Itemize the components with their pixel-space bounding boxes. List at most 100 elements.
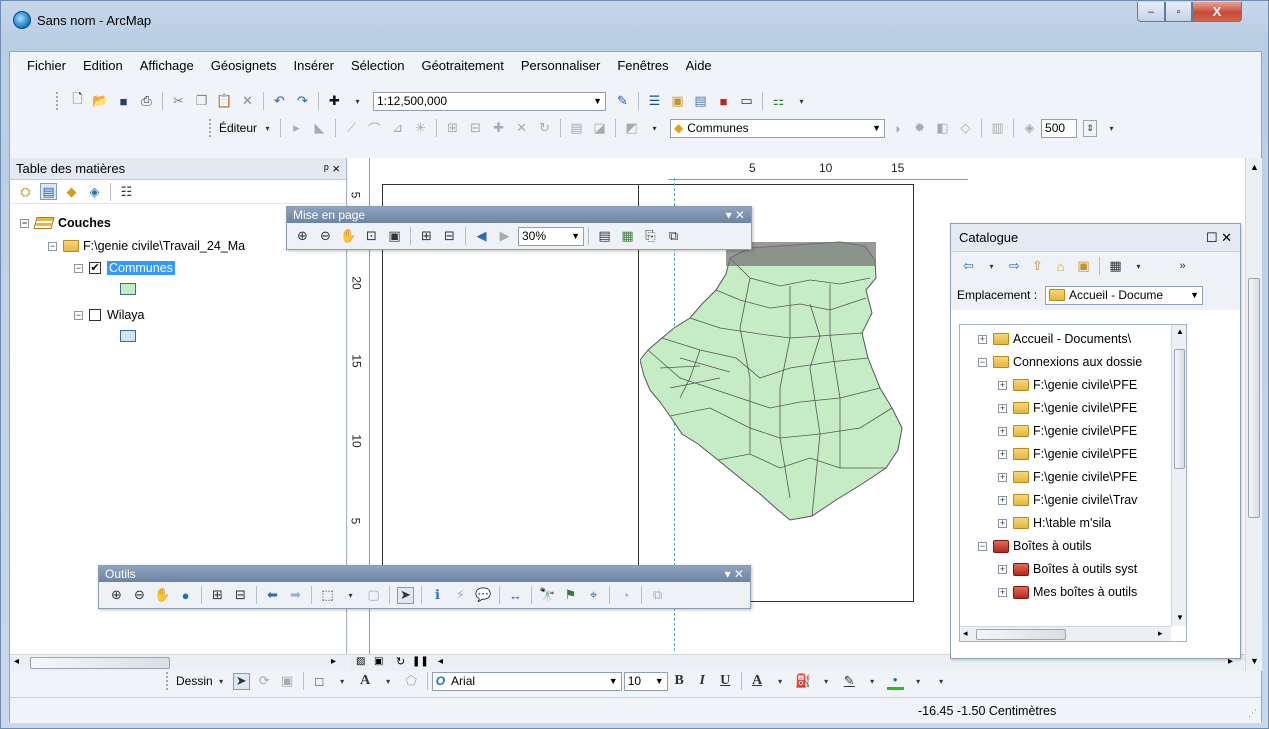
catalogue-vertical-scrollbar[interactable]: ▲ ▼ [1171, 325, 1186, 626]
toc-dataframe[interactable]: − F:\genie civile\Travail_24_Ma [48, 237, 245, 255]
find-binoculars-icon[interactable]: 🔭 [539, 587, 556, 604]
list-by-visibility-icon[interactable]: ◆ [63, 183, 80, 200]
contrast-icon[interactable]: ◑ [888, 120, 905, 137]
edit-annotation-icon[interactable]: ◣ [311, 120, 328, 137]
save-icon[interactable]: ■ [115, 93, 132, 110]
pan-page-icon[interactable]: ✋ [340, 228, 357, 245]
pause-drawing-icon[interactable]: ❚❚ [412, 656, 429, 667]
zoom-whole-page-icon[interactable]: ⊡ [363, 228, 380, 245]
expand-icon[interactable]: + [998, 380, 1007, 390]
collapse-icon[interactable]: − [74, 310, 83, 320]
hyperlink-icon[interactable]: ⚡ [452, 587, 469, 604]
tools-toolbar-close[interactable]: ▾ ✕ [725, 567, 744, 581]
data-view-icon[interactable]: ▣ [374, 656, 383, 667]
swipe-icon[interactable]: ◧ [934, 120, 951, 137]
expand-icon[interactable]: + [978, 334, 987, 344]
drawing-menu-button[interactable]: Dessin [176, 674, 213, 688]
fixed-zoom-out-icon[interactable]: ⊟ [232, 587, 249, 604]
menu-edition[interactable]: Edition [74, 56, 131, 75]
catalogue-item[interactable]: + H:\table m'sila [998, 514, 1111, 532]
clear-selection-icon[interactable]: ▢ [365, 587, 382, 604]
chevron-down-icon[interactable]: ▾ [772, 673, 789, 690]
edit-tool-icon[interactable]: ▸ [288, 120, 305, 137]
toolbar-options-icon[interactable]: ▾ [793, 93, 810, 110]
expand-icon[interactable]: + [998, 518, 1007, 528]
change-layout-icon[interactable]: ⎘ [642, 228, 659, 245]
connect-folder-icon[interactable]: ▣ [1075, 258, 1092, 275]
previous-extent-icon[interactable]: ◀ [473, 228, 490, 245]
more-tools-icon[interactable]: » [1174, 258, 1191, 275]
zoom-percent-combo[interactable]: 30% ▼ [518, 226, 584, 246]
attributes-icon[interactable]: ▤ [568, 120, 585, 137]
cut-icon[interactable]: ✂ [170, 93, 187, 110]
fixed-zoom-in-icon[interactable]: ⊞ [418, 228, 435, 245]
catalogue-item[interactable]: + F:\genie civile\PFE [998, 422, 1137, 440]
scroll-left-icon[interactable]: ◂ [14, 656, 19, 667]
bold-button[interactable]: B [671, 673, 688, 690]
location-combo[interactable]: Accueil - Docume ▼ [1045, 285, 1204, 305]
find-route-icon[interactable]: ⚑ [562, 587, 579, 604]
paste-icon[interactable]: 📋 [216, 93, 233, 110]
focus-data-frame-icon[interactable]: ▦ [619, 228, 636, 245]
layer-visibility-checkbox[interactable]: ✔ [89, 262, 101, 274]
cut-polygons-icon[interactable]: ✚ [490, 120, 507, 137]
map-communes[interactable] [640, 238, 910, 528]
catalogue-horizontal-scrollbar[interactable]: ◂ ▸ [960, 626, 1171, 641]
scroll-thumb[interactable] [30, 657, 170, 669]
map-scale-combo[interactable]: 1:12,500,000 ▼ [373, 91, 606, 111]
toolbar-options-icon[interactable]: ▾ [933, 673, 950, 690]
menu-geotraitement[interactable]: Géotraitement [412, 56, 511, 75]
layer-symbol-swatch[interactable] [120, 283, 136, 295]
expand-icon[interactable]: + [998, 587, 1007, 597]
html-popup-icon[interactable]: 💬 [475, 587, 492, 604]
scroll-thumb[interactable] [1248, 278, 1260, 518]
catalogue-item[interactable]: − Boîtes à outils [978, 537, 1092, 555]
chevron-down-icon[interactable]: ▾ [213, 673, 230, 690]
menu-selection[interactable]: Sélection [342, 56, 412, 75]
minimize-button[interactable]: – [1137, 2, 1165, 22]
toolbar-grip[interactable] [56, 92, 60, 110]
text-icon[interactable]: A [357, 673, 374, 690]
views-icon[interactable]: ▦ [1107, 258, 1124, 275]
catalog-icon[interactable]: ▣ [669, 93, 686, 110]
zoom-to-selected-icon[interactable]: ▣ [279, 673, 296, 690]
undo-icon[interactable]: ↶ [271, 93, 288, 110]
spinner-icon[interactable]: ⇕ [1083, 119, 1098, 137]
zoom-out-page-icon[interactable]: ⊖ [317, 228, 334, 245]
scroll-left-icon[interactable]: ◂ [963, 628, 968, 639]
measure-icon[interactable]: ↔ [507, 587, 524, 604]
full-extent-globe-icon[interactable]: ● [177, 587, 194, 604]
expand-icon[interactable]: + [998, 472, 1007, 482]
time-slider-icon[interactable]: ◔ [617, 587, 634, 604]
rotate-icon[interactable]: ↻ [536, 120, 553, 137]
menu-fenetres[interactable]: Fenêtres [608, 56, 676, 75]
collapse-icon[interactable]: − [978, 357, 987, 367]
python-window-icon[interactable]: ▭ [738, 93, 755, 110]
model-builder-icon[interactable]: ⚏ [770, 93, 787, 110]
split-icon[interactable]: ✕ [513, 120, 530, 137]
line-color-icon[interactable]: ✎ [841, 673, 858, 690]
catalogue-item[interactable]: − Connexions aux dossie [978, 353, 1142, 371]
select-elements-icon[interactable]: ➤ [232, 672, 250, 690]
pan-icon[interactable]: ✋ [154, 587, 171, 604]
select-features-icon[interactable]: ⬚ [319, 587, 336, 604]
layer-visibility-checkbox[interactable] [89, 309, 101, 321]
select-elements-icon[interactable]: ➤ [397, 586, 414, 604]
edit-vertices-icon[interactable]: ⊞ [444, 120, 461, 137]
home-icon[interactable]: ⌂ [1052, 258, 1069, 275]
forward-arrow-icon[interactable]: ⇨ [1006, 258, 1023, 275]
font-combo[interactable]: O Arial ▼ [431, 671, 622, 691]
print-icon[interactable]: ⎙ [138, 93, 155, 110]
menu-inserer[interactable]: Insérer [285, 56, 342, 75]
point-icon[interactable]: ✳ [412, 120, 429, 137]
catalogue-item[interactable]: + F:\genie civile\PFE [998, 468, 1137, 486]
collapse-icon[interactable]: − [48, 241, 57, 251]
delete-icon[interactable]: ✕ [239, 93, 256, 110]
arctoolbox-icon[interactable]: ■ [715, 93, 732, 110]
layer-combo[interactable]: ◆ Communes ▼ [670, 118, 886, 138]
collapse-icon[interactable]: − [74, 263, 83, 273]
catalogue-item[interactable]: + F:\genie civile\PFE [998, 376, 1137, 394]
expand-icon[interactable]: + [998, 403, 1007, 413]
scroll-thumb[interactable] [1174, 349, 1185, 469]
brightness-icon[interactable]: ✹ [911, 120, 928, 137]
